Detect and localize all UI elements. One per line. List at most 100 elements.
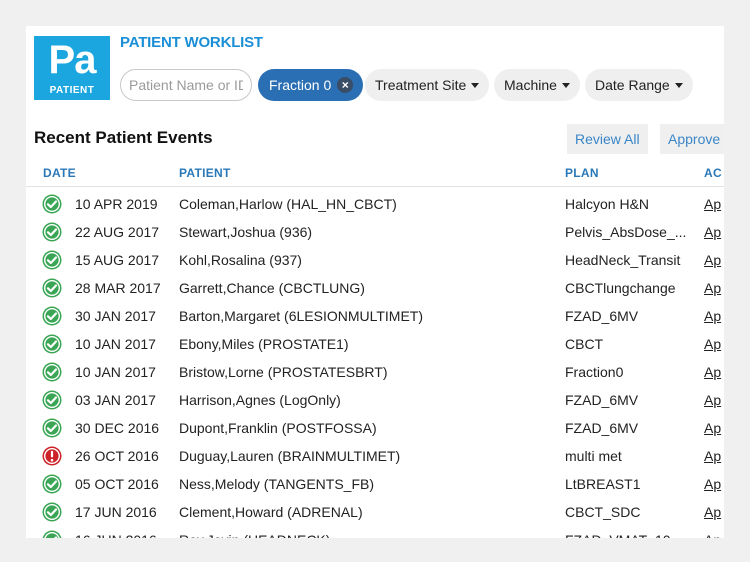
patient-name: Harrison,Agnes (LogOnly) <box>179 392 559 408</box>
patient-name: Stewart,Joshua (936) <box>179 224 559 240</box>
approve-link[interactable]: Ap <box>704 504 724 520</box>
approve-button[interactable]: Approve <box>660 124 724 154</box>
column-header-action[interactable]: AC <box>704 166 722 180</box>
event-date: 03 JAN 2017 <box>75 392 156 408</box>
check-circle-icon <box>42 278 62 298</box>
section-title: Recent Patient Events <box>34 128 213 148</box>
plan-name: FZAD_6MV <box>565 420 693 436</box>
check-circle-icon <box>42 474 62 494</box>
approve-link[interactable]: Ap <box>704 336 724 352</box>
table-row[interactable]: 30 JAN 2017 Barton,Margaret (6LESIONMULTI… <box>26 302 724 330</box>
filter-treatment-site-label: Treatment Site <box>375 77 466 93</box>
table-row[interactable]: 15 AUG 2017Kohl,Rosalina (937)HeadNeck_T… <box>26 246 724 274</box>
approve-link[interactable]: Ap <box>704 364 724 380</box>
chevron-down-icon <box>675 83 683 88</box>
event-date: 22 AUG 2017 <box>75 224 159 240</box>
patient-name: Garrett,Chance (CBCTLUNG) <box>179 280 559 296</box>
approve-link[interactable]: Ap <box>704 532 724 538</box>
event-date: 30 JAN 2017 <box>75 308 156 324</box>
event-date: 17 JUN 2016 <box>75 504 157 520</box>
page-title: PATIENT WORKLIST <box>120 34 263 51</box>
plan-name: FZAD_6MV <box>565 392 693 408</box>
table-row[interactable]: 26 OCT 2016Duguay,Lauren (BRAINMULTIMET)… <box>26 442 724 470</box>
filter-machine-label: Machine <box>504 77 557 93</box>
event-date: 30 DEC 2016 <box>75 420 159 436</box>
table-row[interactable]: 17 JUN 2016 Clement,Howard (ADRENAL) CBCT_… <box>26 498 724 526</box>
table-row[interactable]: 28 MAR 2017 Garrett,Chance (CBCTLUNG) CBCT… <box>26 274 724 302</box>
table-row[interactable]: 03 JAN 2017 Harrison,Agnes (LogOnly) FZAD_… <box>26 386 724 414</box>
approve-link[interactable]: Ap <box>704 420 724 436</box>
check-circle-icon <box>42 334 62 354</box>
column-header-date[interactable]: DATE <box>43 166 76 180</box>
review-all-button[interactable]: Review All <box>567 124 648 154</box>
table-row[interactable]: 16 JUN 2016Roy,Jovin (HEADNECK)FZAD_VMAT… <box>26 526 724 538</box>
check-circle-icon <box>42 222 62 242</box>
approve-link[interactable]: Ap <box>704 196 724 212</box>
filter-treatment-site-dropdown[interactable]: Treatment Site <box>365 69 489 101</box>
check-circle-icon <box>42 250 62 270</box>
plan-name: CBCT <box>565 336 693 352</box>
approve-link[interactable]: Ap <box>704 308 724 324</box>
patient-name: Clement,Howard (ADRENAL) <box>179 504 559 520</box>
chevron-down-icon <box>471 83 479 88</box>
plan-name: Halcyon H&N <box>565 196 693 212</box>
event-date: 05 OCT 2016 <box>75 476 159 492</box>
patient-name: Ebony,Miles (PROSTATE1) <box>179 336 559 352</box>
table-row[interactable]: 05 OCT 2016 Ness,Melody (TANGENTS_FB) LtBR… <box>26 470 724 498</box>
approve-link[interactable]: Ap <box>704 280 724 296</box>
approve-link[interactable]: Ap <box>704 476 724 492</box>
event-date: 28 MAR 2017 <box>75 280 161 296</box>
check-circle-icon <box>42 362 62 382</box>
event-date: 10 APR 2019 <box>75 196 158 212</box>
worklist-panel: Pa PATIENT PATIENT WORKLIST Fraction 0 ×… <box>26 26 724 538</box>
approve-link[interactable]: Ap <box>704 252 724 268</box>
approve-link[interactable]: Ap <box>704 224 724 240</box>
plan-name: CBCTlungchange <box>565 280 693 296</box>
table-row[interactable]: 10 JAN 2017 Ebony,Miles (PROSTATE1) CBCT Ap <box>26 330 724 358</box>
table-row[interactable]: 30 DEC 2016 Dupont,Franklin (POSTFOSSA) FZ… <box>26 414 724 442</box>
plan-name: CBCT_SDC <box>565 504 693 520</box>
approve-link[interactable]: Ap <box>704 448 724 464</box>
column-header-plan[interactable]: PLAN <box>565 166 599 180</box>
filter-fraction-label: Fraction 0 <box>269 77 331 93</box>
patient-name: Ness,Melody (TANGENTS_FB) <box>179 476 559 492</box>
alert-circle-icon <box>42 446 62 466</box>
table-row[interactable]: 10 JAN 2017 Bristow,Lorne (PROSTATESBRT) F… <box>26 358 724 386</box>
patient-name: Duguay,Lauren (BRAINMULTIMET) <box>179 448 559 464</box>
close-icon[interactable]: × <box>337 77 353 93</box>
plan-name: Fraction0 <box>565 364 693 380</box>
plan-name: multi met <box>565 448 693 464</box>
event-date: 10 JAN 2017 <box>75 364 156 380</box>
check-circle-icon <box>42 530 62 538</box>
filter-date-range-label: Date Range <box>595 77 670 93</box>
patient-name: Coleman,Harlow (HAL_HN_CBCT) <box>179 196 559 212</box>
plan-name: Pelvis_AbsDose_... <box>565 224 693 240</box>
event-date: 15 AUG 2017 <box>75 252 159 268</box>
check-circle-icon <box>42 306 62 326</box>
plan-name: FZAD_6MV <box>565 308 693 324</box>
event-date: 10 JAN 2017 <box>75 336 156 352</box>
patient-search-input[interactable] <box>120 69 252 101</box>
plan-name: FZAD_VMAT_10 <box>565 532 693 538</box>
table-row[interactable]: 22 AUG 2017 Stewart,Joshua (936) Pelvis_Ab… <box>26 218 724 246</box>
table-row[interactable]: 10 APR 2019 Coleman,Harlow (HAL_HN_CBCT) H… <box>26 190 724 218</box>
filter-machine-dropdown[interactable]: Machine <box>494 69 580 101</box>
patient-name: Kohl,Rosalina (937) <box>179 252 559 268</box>
check-circle-icon <box>42 390 62 410</box>
column-header-patient[interactable]: PATIENT <box>179 166 231 180</box>
approve-link[interactable]: Ap <box>704 392 724 408</box>
logo-caption: PATIENT <box>34 85 110 96</box>
filter-date-range-dropdown[interactable]: Date Range <box>585 69 693 101</box>
patient-name: Dupont,Franklin (POSTFOSSA) <box>179 420 559 436</box>
logo-mark: Pa <box>34 38 110 82</box>
chevron-down-icon <box>562 83 570 88</box>
app-logo[interactable]: Pa PATIENT <box>34 36 110 100</box>
patient-name: Barton,Margaret (6LESIONMULTIMET) <box>179 308 559 324</box>
check-circle-icon <box>42 418 62 438</box>
check-circle-icon <box>42 194 62 214</box>
patient-name: Bristow,Lorne (PROSTATESBRT) <box>179 364 559 380</box>
filter-fraction-chip[interactable]: Fraction 0 × <box>258 69 363 101</box>
check-circle-icon <box>42 502 62 522</box>
event-date: 16 JUN 2016 <box>75 532 157 538</box>
plan-name: LtBREAST1 <box>565 476 693 492</box>
